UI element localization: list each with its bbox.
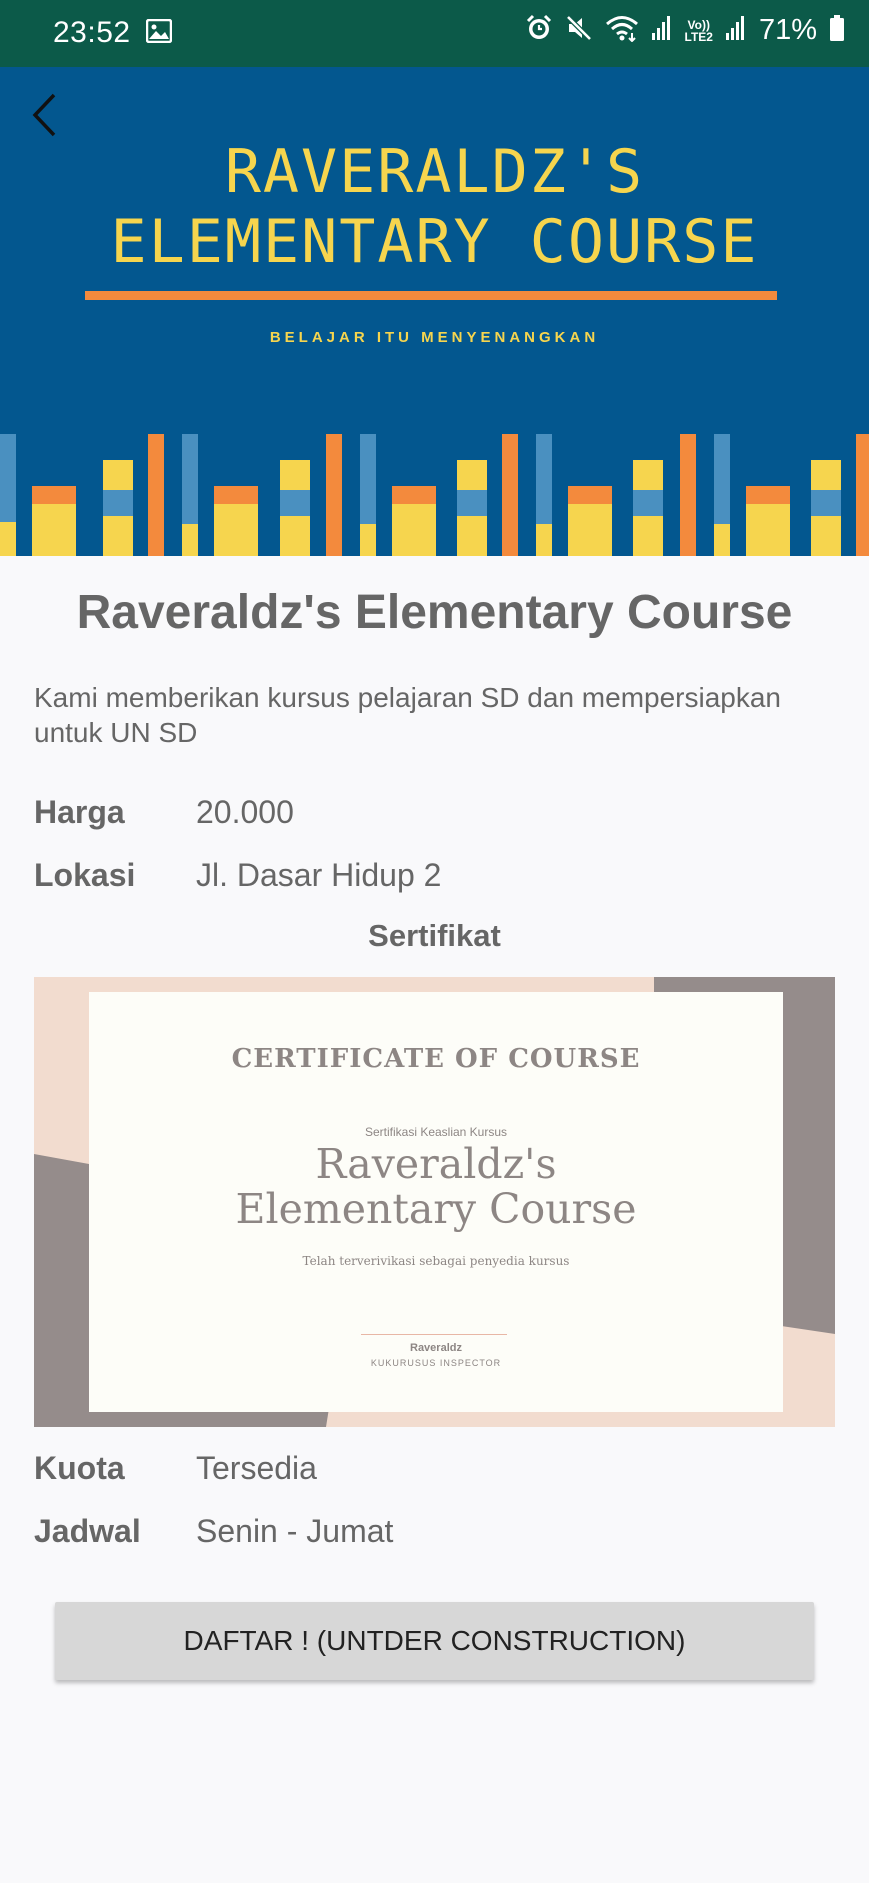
certificate-name-line1: Raveraldz's [315,1140,557,1188]
back-button[interactable] [26,85,70,145]
signature-line [361,1334,507,1335]
certificate-paper: CERTIFICATE OF COURSE Sertifikasi Keasli… [89,992,783,1412]
status-icons: Vo)) LTE2 71% [525,14,846,47]
banner-title-line1: RAVERALDZ'S [224,137,645,207]
certificate-label: Sertifikat [368,918,501,953]
alarm-icon [525,14,553,47]
certificate-subheading: Sertifikasi Keaslian Kursus [364,1125,508,1139]
banner-title: RAVERALDZ'S ELEMENTARY COURSE [0,137,869,277]
price-label: Harga [34,794,125,830]
battery-icon [829,14,845,47]
certificate-course-name: Raveraldz's Elementary Course [89,1142,783,1232]
books-illustration [0,434,869,556]
schedule-label: Jadwal [34,1513,141,1549]
banner-subtitle: BELAJAR ITU MENYENANGKAN [269,329,600,346]
quota-value: Tersedia [196,1450,317,1486]
certificate-name-line2: Elementary Course [235,1185,637,1233]
schedule-value: Senin - Jumat [196,1513,394,1549]
certificate-verification: Telah terverivikasi sebagai penyedia kur… [302,1254,570,1268]
battery-percent: 71% [758,14,817,46]
location-value: Jl. Dasar Hidup 2 [196,857,442,893]
mute-icon [565,14,593,47]
course-title: Raveraldz's Elementary Course [76,586,793,639]
course-banner: RAVERALDZ'S ELEMENTARY COURSE BELAJAR IT… [0,67,869,556]
image-icon [145,18,173,48]
banner-divider [85,291,777,300]
status-time: 23:52 [53,16,131,49]
certificate-signer-role: KUKURUSUS INSPECTOR [370,1358,502,1368]
price-value: 20.000 [196,794,294,830]
course-description: Kami memberikan kursus pelajaran SD dan … [34,682,782,748]
quota-label: Kuota [34,1450,125,1486]
volte-top-label: Vo)) [687,17,710,32]
status-bar: 23:52 Vo)) LTE2 71% [0,0,869,67]
wifi-icon [605,14,639,47]
volte-icon: Vo)) LTE2 [685,19,713,43]
location-label: Lokasi [34,857,136,893]
signal-icon [651,15,673,46]
banner-title-line2: ELEMENTARY COURSE [110,207,759,277]
back-arrow-icon [32,93,56,137]
certificate-signer: Raveraldz [410,1342,462,1354]
register-button[interactable]: DAFTAR ! (UNTDER CONSTRUCTION) [55,1602,814,1680]
volte-bottom-label: LTE2 [684,29,713,44]
certificate-image: CERTIFICATE OF COURSE Sertifikasi Keasli… [34,977,835,1427]
certificate-heading: CERTIFICATE OF COURSE [231,1044,641,1074]
signal2-icon [725,15,747,46]
